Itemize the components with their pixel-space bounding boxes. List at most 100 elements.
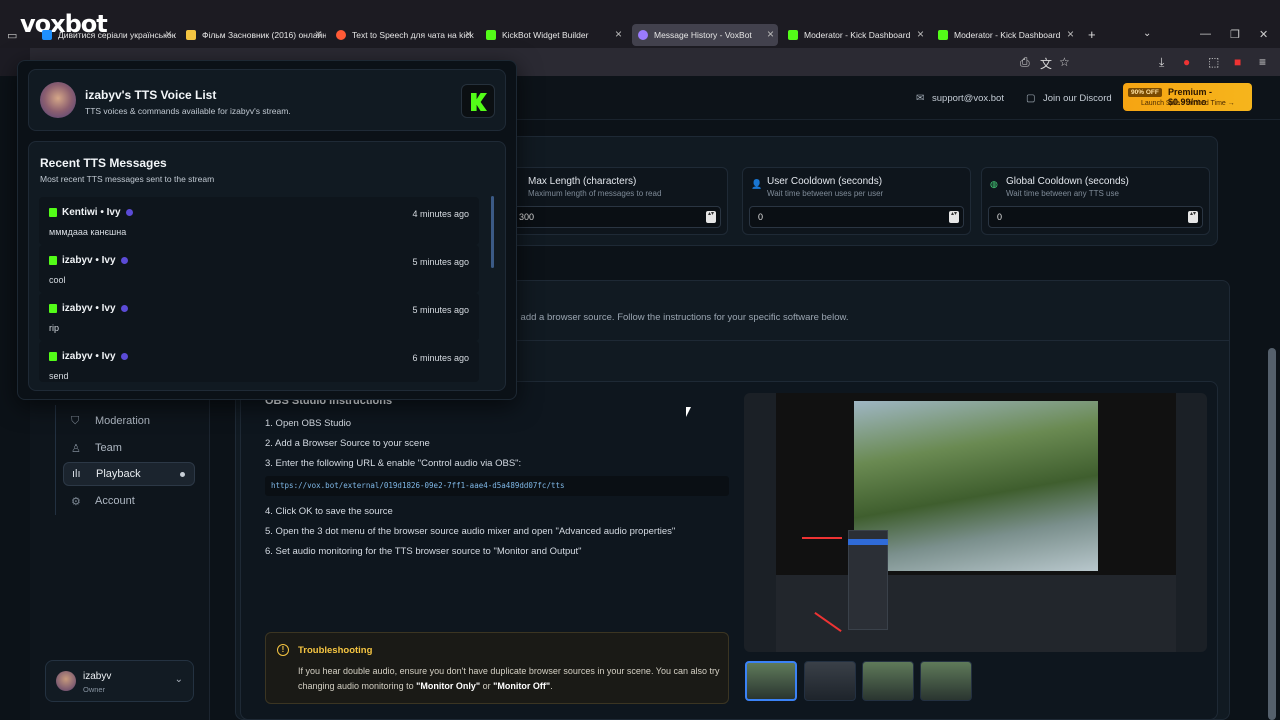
globe-icon: ◍: [990, 179, 998, 189]
translate-icon[interactable]: 文: [1040, 55, 1052, 72]
thumbnail-1[interactable]: [745, 661, 797, 701]
obs-step-6: 6. Set audio monitoring for the TTS brow…: [265, 546, 582, 557]
avatar: [56, 671, 76, 691]
obs-step-3: 3. Enter the following URL & enable "Con…: [265, 458, 522, 469]
obs-screenshot-preview[interactable]: [744, 393, 1207, 652]
troubleshooting-box: ! Troubleshooting If you hear double aud…: [265, 632, 729, 704]
tab-6[interactable]: Moderator - Kick Dashboard ×: [782, 24, 928, 46]
discount-badge: 90% OFF: [1128, 88, 1162, 97]
close-icon[interactable]: ×: [615, 27, 622, 41]
tab-1[interactable]: Дивитися серіали українською ×: [36, 24, 176, 46]
troubleshooting-text: If you hear double audio, ensure you don…: [298, 666, 720, 691]
chevron-down-icon[interactable]: ⌄: [1143, 28, 1151, 39]
chevron-down-icon[interactable]: ⌄: [175, 674, 183, 685]
active-dot: [180, 472, 185, 477]
menu-icon[interactable]: ≡: [1259, 55, 1266, 69]
mail-icon: ✉: [916, 93, 925, 104]
voice-icon: [120, 353, 128, 360]
user-role: Owner: [83, 685, 106, 694]
discord-link[interactable]: Join our Discord: [1043, 93, 1112, 104]
voice-icon: [120, 305, 128, 312]
site-icon: [336, 30, 346, 40]
tab-4[interactable]: KickBot Widget Builder ×: [480, 24, 626, 46]
kick-icon: [49, 208, 57, 217]
arrow-icon: [802, 537, 842, 539]
kick-icon: [49, 304, 57, 313]
close-icon[interactable]: ×: [767, 27, 774, 41]
spinner-icon[interactable]: ▴▾: [1188, 211, 1198, 223]
list-item: izabyv • Ivy 5 minutes ago cool: [39, 245, 479, 293]
browser-source-note: e, add a browser source. Follow the inst…: [510, 312, 849, 323]
download-icon[interactable]: ⤓: [1159, 55, 1164, 70]
page-scrollbar[interactable]: [1268, 348, 1276, 720]
browser-tab-bar: voxbot ▭ Дивитися серіали українською × Ф…: [0, 0, 1280, 48]
sidebar-item-moderation[interactable]: ⛉ Moderation: [63, 409, 195, 433]
kick-icon: [486, 30, 496, 40]
close-icon[interactable]: ×: [917, 27, 924, 41]
user-cooldown-input[interactable]: 0 ▴▾: [749, 206, 964, 228]
warning-icon: !: [277, 644, 289, 656]
global-cooldown-input[interactable]: 0 ▴▾: [988, 206, 1203, 228]
sidebar-item-account[interactable]: ⚙ Account: [63, 489, 195, 513]
popup-title: izabyv's TTS Voice List: [85, 88, 217, 102]
max-length-field: Max Length (characters) Maximum length o…: [503, 167, 728, 235]
user-icon: ♙: [71, 442, 81, 455]
obs-step-2: 2. Add a Browser Source to your scene: [265, 438, 430, 449]
obs-step-4: 4. Click OK to save the source: [265, 506, 393, 517]
messages-scrollbar[interactable]: [491, 196, 494, 268]
spinner-icon[interactable]: ▴▾: [949, 211, 959, 223]
mouse-cursor: [686, 407, 691, 417]
max-length-input[interactable]: 300 ▴▾: [510, 206, 721, 228]
sidebar-item-team[interactable]: ♙ Team: [63, 436, 195, 460]
tts-voice-list-popup: izabyv's TTS Voice List TTS voices & com…: [17, 60, 517, 400]
recent-subtitle: Most recent TTS messages sent to the str…: [40, 174, 215, 184]
kick-icon: [938, 30, 948, 40]
user-icon: 👤: [751, 179, 763, 189]
voice-icon: [120, 257, 128, 264]
thumbnail-4[interactable]: [920, 661, 972, 701]
thumbnail-2[interactable]: [804, 661, 856, 701]
user-name: izabyv: [83, 671, 112, 682]
close-icon[interactable]: ×: [1067, 27, 1074, 41]
kick-icon: [49, 256, 57, 265]
user-menu[interactable]: izabyv Owner ⌄: [45, 660, 194, 702]
extension-icon[interactable]: ●: [1183, 55, 1190, 69]
close-window-icon[interactable]: ✕: [1259, 28, 1268, 41]
tab-2[interactable]: Фільм Засновник (2016) онлайн ×: [180, 24, 326, 46]
star-icon[interactable]: ☆: [1059, 55, 1070, 69]
tts-url-field[interactable]: https://vox.bot/external/019d1826-09e2-7…: [265, 476, 729, 496]
close-icon[interactable]: ×: [315, 27, 322, 41]
voxbot-icon: [638, 30, 648, 40]
tab-list-icon[interactable]: ▭: [7, 29, 17, 42]
maximize-icon[interactable]: ❐: [1230, 28, 1240, 41]
tab-3[interactable]: Text to Speech для чата на kick ×: [330, 24, 476, 46]
premium-promo-button[interactable]: 90% OFF Premium - $0.99/mo Launch Sale -…: [1123, 83, 1252, 111]
extension-red-icon[interactable]: ■: [1234, 55, 1241, 69]
popup-header-card: izabyv's TTS Voice List TTS voices & com…: [28, 69, 506, 131]
recent-messages-card: Recent TTS Messages Most recent TTS mess…: [28, 141, 506, 391]
new-tab-button[interactable]: +: [1088, 27, 1096, 42]
tab-message-history[interactable]: Message History - VoxBot ×: [632, 24, 778, 46]
popup-subtitle: TTS voices & commands available for izab…: [85, 106, 291, 116]
extensions-icon[interactable]: ⬚: [1208, 55, 1219, 69]
close-icon[interactable]: ×: [465, 27, 472, 41]
support-link[interactable]: support@vox.bot: [932, 93, 1004, 104]
site-icon: [186, 30, 196, 40]
obs-step-1: 1. Open OBS Studio: [265, 418, 352, 429]
thumbnail-3[interactable]: [862, 661, 914, 701]
sidebar-item-playback[interactable]: ılı Playback: [63, 462, 195, 486]
kick-logo: [461, 84, 495, 118]
list-item: izabyv • Ivy 6 minutes ago send: [39, 341, 479, 382]
spinner-icon[interactable]: ▴▾: [706, 211, 716, 223]
tab-7[interactable]: Moderator - Kick Dashboard ×: [932, 24, 1078, 46]
kick-icon: [49, 352, 57, 361]
landscape-image: [854, 401, 1098, 571]
obs-step-5: 5. Open the 3 dot menu of the browser so…: [265, 526, 676, 537]
minimize-icon[interactable]: —: [1200, 28, 1211, 40]
user-cooldown-field: 👤 User Cooldown (seconds) Wait time betw…: [742, 167, 971, 235]
list-item: izabyv • Ivy 5 minutes ago rip: [39, 293, 479, 341]
global-cooldown-field: ◍ Global Cooldown (seconds) Wait time be…: [981, 167, 1210, 235]
troubleshooting-title: Troubleshooting: [298, 645, 373, 656]
reader-icon[interactable]: ⎙: [1020, 55, 1030, 70]
close-icon[interactable]: ×: [165, 27, 172, 41]
